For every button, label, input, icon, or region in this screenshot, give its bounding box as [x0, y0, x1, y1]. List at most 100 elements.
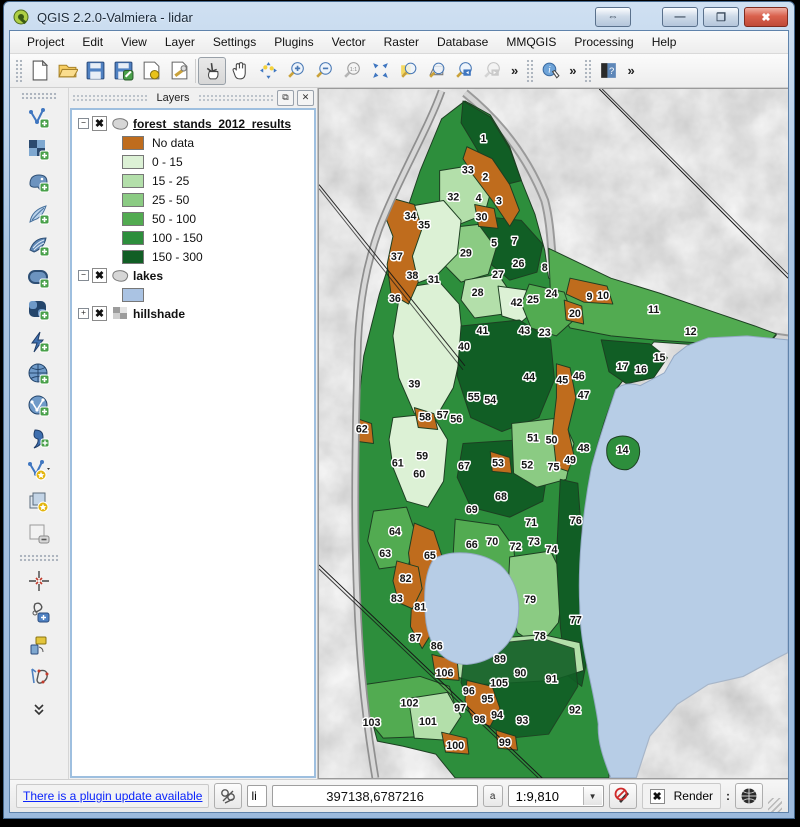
menu-processing[interactable]: Processing — [565, 32, 642, 52]
add-spatialite-layer-button[interactable] — [24, 199, 54, 229]
menu-layer[interactable]: Layer — [156, 32, 204, 52]
label-highlight-button[interactable] — [24, 566, 54, 596]
add-raster-layer-button[interactable] — [24, 135, 54, 165]
stand-label-100: 100 — [446, 740, 464, 752]
zoom-to-selection-button[interactable] — [394, 57, 422, 85]
add-vector-layer-button[interactable] — [24, 103, 54, 133]
layer-row-forest[interactable]: − ✖ forest_stands_2012_results — [76, 114, 314, 133]
stand-label-98: 98 — [474, 714, 486, 726]
toolbar-grip-3[interactable] — [584, 59, 591, 83]
save-project-button[interactable] — [81, 57, 109, 85]
composer-manager-button[interactable] — [165, 57, 193, 85]
add-wcs-layer-button[interactable] — [24, 327, 54, 357]
zoom-full-button[interactable] — [366, 57, 394, 85]
add-web-layer-button[interactable] — [24, 359, 54, 389]
toolbar-grip-2[interactable] — [526, 59, 533, 83]
layer-row-hillshade[interactable]: + ✖ hillshade — [76, 304, 314, 323]
expander-collapse-icon[interactable]: − — [78, 270, 89, 281]
stand-label-41: 41 — [477, 325, 489, 337]
identify-button[interactable]: i — [536, 57, 564, 85]
layer-name-hillshade[interactable]: hillshade — [133, 307, 185, 321]
layer-name-lakes[interactable]: lakes — [133, 269, 163, 283]
toolbar-overflow-2[interactable]: » — [564, 63, 581, 78]
render-checkbox[interactable]: ✖ — [650, 789, 665, 804]
new-shapefile-layer-button[interactable] — [24, 455, 54, 485]
stop-render-button[interactable] — [609, 783, 637, 809]
render-toggle[interactable]: ✖ Render — [642, 783, 721, 809]
title-bar[interactable]: QGIS 2.2.0-Valmiera - lidar ⇔ — ❒ ✖ — [4, 2, 794, 30]
close-button[interactable]: ✖ — [744, 7, 788, 27]
layer-row-lakes[interactable]: − ✖ lakes — [76, 266, 314, 285]
zoom-last-button[interactable] — [450, 57, 478, 85]
zoom-out-button[interactable] — [310, 57, 338, 85]
coordinate-display[interactable]: 397138,6787216 — [272, 785, 477, 807]
zoom-to-layer-button[interactable] — [422, 57, 450, 85]
layer-checkbox[interactable]: ✖ — [92, 306, 107, 321]
coordinate-toggle-button[interactable]: a — [483, 785, 503, 807]
layers-panel-titlebar[interactable]: Layers ⧉ ✕ — [69, 88, 317, 107]
panel-float-button[interactable]: ⧉ — [277, 90, 294, 106]
pan-map-button[interactable] — [226, 57, 254, 85]
scale-combobox[interactable]: 1:9,810▼ — [508, 785, 604, 807]
stand-label-4: 4 — [476, 192, 482, 204]
stand-label-37: 37 — [391, 251, 403, 263]
zoom-in-button[interactable] — [282, 57, 310, 85]
window-extra-button[interactable]: ⇔ — [595, 7, 631, 27]
menu-view[interactable]: View — [112, 32, 156, 52]
layer-checkbox[interactable]: ✖ — [92, 116, 107, 131]
more-tools-chevron[interactable] — [24, 694, 54, 724]
move-label-button[interactable] — [24, 598, 54, 628]
crs-status-button[interactable] — [735, 783, 763, 809]
remove-layer-button[interactable] — [24, 519, 54, 549]
menu-plugins[interactable]: Plugins — [265, 32, 322, 52]
zoom-next-button[interactable] — [478, 57, 506, 85]
change-label-button[interactable] — [24, 662, 54, 692]
new-project-button[interactable] — [25, 57, 53, 85]
menu-settings[interactable]: Settings — [204, 32, 265, 52]
add-wms-layer-button[interactable] — [24, 295, 54, 325]
new-spatialite-layer-button[interactable] — [24, 487, 54, 517]
add-oracle-layer-button[interactable] — [24, 263, 54, 293]
menu-vector[interactable]: Vector — [323, 32, 375, 52]
toolbar-overflow-1[interactable]: » — [506, 63, 523, 78]
expander-collapse-icon[interactable]: − — [78, 118, 89, 129]
layer-checkbox[interactable]: ✖ — [92, 268, 107, 283]
layer-tree[interactable]: − ✖ forest_stands_2012_results No data 0… — [70, 108, 316, 778]
menu-help[interactable]: Help — [643, 32, 686, 52]
side-toolbar-grip[interactable] — [21, 92, 57, 99]
expander-expand-icon[interactable]: + — [78, 308, 89, 319]
layer-name-forest[interactable]: forest_stands_2012_results — [133, 117, 291, 131]
zoom-native-button[interactable]: 1:1 — [338, 57, 366, 85]
menu-database[interactable]: Database — [428, 32, 497, 52]
stand-label-15: 15 — [654, 352, 666, 364]
stand-label-51: 51 — [527, 432, 539, 444]
plugin-manager-icon[interactable] — [214, 783, 242, 809]
new-composer-button[interactable] — [137, 57, 165, 85]
help-button[interactable]: ? — [594, 57, 622, 85]
chevron-down-icon[interactable]: ▼ — [583, 787, 602, 805]
rotate-label-button[interactable] — [24, 630, 54, 660]
add-delimited-text-layer-button[interactable] — [24, 423, 54, 453]
menu-edit[interactable]: Edit — [73, 32, 112, 52]
menu-mmqgis[interactable]: MMQGIS — [497, 32, 565, 52]
map-canvas[interactable]: 1234578910111214151617202324252627282930… — [318, 88, 788, 779]
touch-zoom-pan-button[interactable] — [198, 57, 226, 85]
minimize-button[interactable]: — — [662, 7, 698, 27]
toolbar-overflow-3[interactable]: » — [622, 63, 639, 78]
status-edit-box[interactable]: li — [247, 785, 267, 807]
menu-project[interactable]: Project — [18, 32, 73, 52]
save-project-as-button[interactable] — [109, 57, 137, 85]
legend-row: 100 - 150 — [76, 228, 314, 247]
resize-grip[interactable] — [768, 798, 782, 812]
plugin-update-link[interactable]: There is a plugin update available — [16, 784, 209, 808]
side-toolbar-separator — [19, 554, 59, 561]
pan-to-selection-button[interactable] — [254, 57, 282, 85]
add-wfs-layer-button[interactable] — [24, 391, 54, 421]
add-postgis-layer-button[interactable] — [24, 167, 54, 197]
menu-raster[interactable]: Raster — [375, 32, 428, 52]
add-mssql-layer-button[interactable] — [24, 231, 54, 261]
maximize-button[interactable]: ❒ — [703, 7, 739, 27]
panel-close-button[interactable]: ✕ — [297, 90, 314, 106]
open-project-button[interactable] — [53, 57, 81, 85]
toolbar-grip[interactable] — [15, 59, 22, 83]
